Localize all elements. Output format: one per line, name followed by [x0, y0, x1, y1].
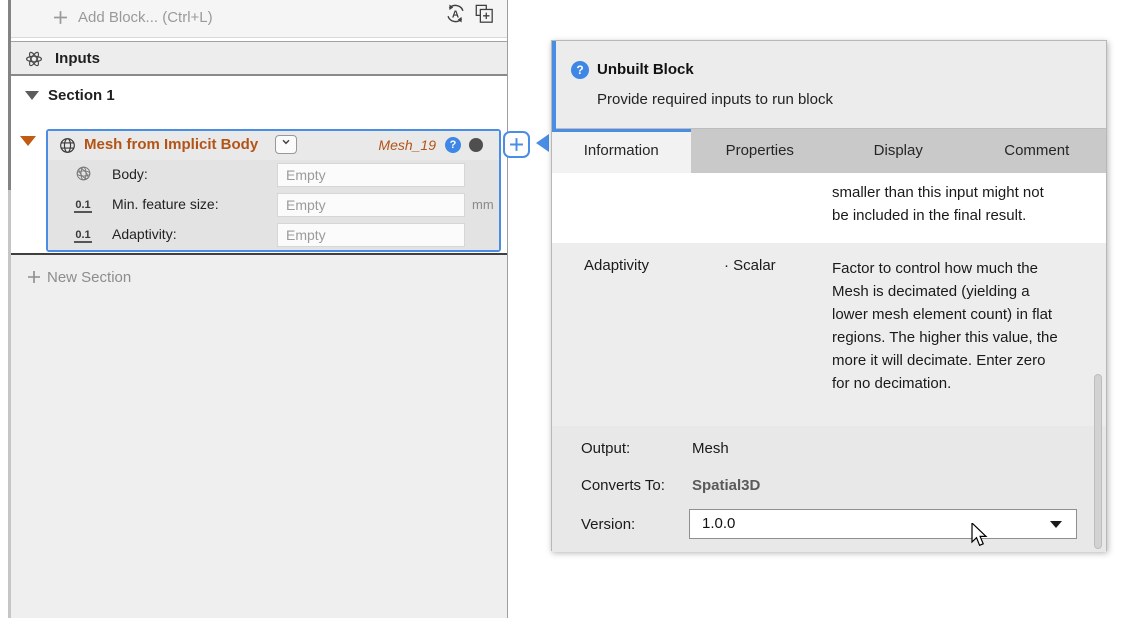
version-dropdown[interactable]: 1.0.0: [689, 509, 1077, 539]
info-card-footer: Output: Mesh Converts To: Spatial3D Vers…: [552, 426, 1106, 552]
section-row[interactable]: Section 1: [11, 78, 507, 118]
add-block-bar[interactable]: Add Block... (Ctrl+L) A: [11, 0, 507, 38]
inputs-header[interactable]: Inputs: [11, 41, 507, 76]
version-value: 1.0.0: [702, 515, 736, 532]
body-field-label: Body:: [112, 166, 148, 182]
new-section-button[interactable]: New Section: [47, 269, 131, 286]
section-label: Section 1: [48, 87, 115, 104]
banner-title: Unbuilt Block: [597, 61, 694, 78]
input-type-cell: · Scalar: [724, 257, 776, 274]
adaptivity-field-input[interactable]: Empty: [277, 223, 465, 247]
input-name-cell: Adaptivity: [584, 257, 650, 274]
inputs-atom-icon: [25, 50, 43, 73]
converts-to-value: Spatial3D: [692, 477, 761, 494]
scalar-icon: 0.1: [74, 199, 92, 213]
block-collapse-caret-icon[interactable]: [20, 136, 36, 146]
info-table-row: smaller than this input might not be inc…: [552, 173, 1106, 243]
output-value: Mesh: [692, 440, 729, 457]
min-feature-size-unit: mm: [472, 197, 494, 212]
implicit-body-icon: [70, 165, 96, 187]
scalar-icon: 0.1: [74, 229, 92, 243]
field-row-body: Body: Empty: [48, 160, 499, 190]
banner-subtitle: Provide required inputs to run block: [597, 91, 833, 108]
min-feature-size-input[interactable]: Empty: [277, 193, 465, 217]
output-label: Output:: [581, 440, 631, 457]
block-info-card: ? Unbuilt Block Provide required inputs …: [551, 40, 1107, 552]
section-collapse-caret-icon[interactable]: [25, 91, 39, 100]
mesh-globe-icon: [59, 137, 76, 159]
info-card-scrollbar-thumb[interactable]: [1094, 374, 1102, 549]
unbuilt-block-banner: ? Unbuilt Block Provide required inputs …: [552, 41, 1106, 129]
info-card-tabs: Information Properties Display Comment: [552, 129, 1106, 173]
block-status-icon: [469, 138, 483, 152]
block-help-icon[interactable]: ?: [445, 137, 461, 153]
add-notebook-icon[interactable]: [474, 4, 494, 29]
svg-text:A: A: [452, 9, 459, 20]
banner-accent-bar: [552, 41, 556, 129]
field-row-adaptivity: 0.1 Adaptivity: Empty: [48, 220, 499, 250]
notebook-empty-area: New Section: [11, 255, 507, 618]
plus-icon: [53, 10, 68, 30]
app-window: Add Block... (Ctrl+L) A Inputs Section 1…: [0, 0, 1122, 618]
min-feature-size-label: Min. feature size:: [112, 196, 219, 212]
block-variant-dropdown[interactable]: [275, 135, 297, 154]
tab-comment[interactable]: Comment: [968, 129, 1107, 173]
block-header[interactable]: Mesh from Implicit Body Mesh_19 ?: [48, 131, 499, 160]
tab-properties[interactable]: Properties: [691, 129, 830, 173]
body-field-input[interactable]: Empty: [277, 163, 465, 187]
auto-build-icon[interactable]: A: [445, 3, 466, 29]
input-description-cell: Factor to control how much the Mesh is d…: [832, 260, 1058, 392]
insert-block-button[interactable]: [503, 131, 530, 158]
banner-help-icon: ?: [571, 61, 589, 79]
tab-information[interactable]: Information: [552, 129, 691, 173]
inputs-label: Inputs: [55, 50, 100, 67]
notebook-panel: Add Block... (Ctrl+L) A Inputs Section 1…: [11, 0, 508, 618]
mouse-cursor: [971, 521, 993, 552]
input-description-cell: smaller than this input might not be inc…: [832, 184, 1044, 224]
info-table-row: Adaptivity · Scalar Factor to control ho…: [552, 243, 1106, 426]
converts-to-label: Converts To:: [581, 477, 665, 494]
version-label: Version:: [581, 516, 636, 533]
block-instance-name: Mesh_19: [378, 137, 436, 153]
chevron-down-icon: [1050, 521, 1062, 528]
block-title: Mesh from Implicit Body: [84, 136, 259, 153]
panel-pointer-arrow-icon: [536, 134, 549, 152]
plus-icon: [27, 270, 41, 289]
mesh-from-implicit-body-block[interactable]: Mesh from Implicit Body Mesh_19 ? Body: …: [46, 129, 501, 252]
adaptivity-field-label: Adaptivity:: [112, 226, 177, 242]
tab-display[interactable]: Display: [829, 129, 968, 173]
add-block-label: Add Block... (Ctrl+L): [78, 9, 213, 26]
field-row-min-feature-size: 0.1 Min. feature size: Empty mm: [48, 190, 499, 220]
